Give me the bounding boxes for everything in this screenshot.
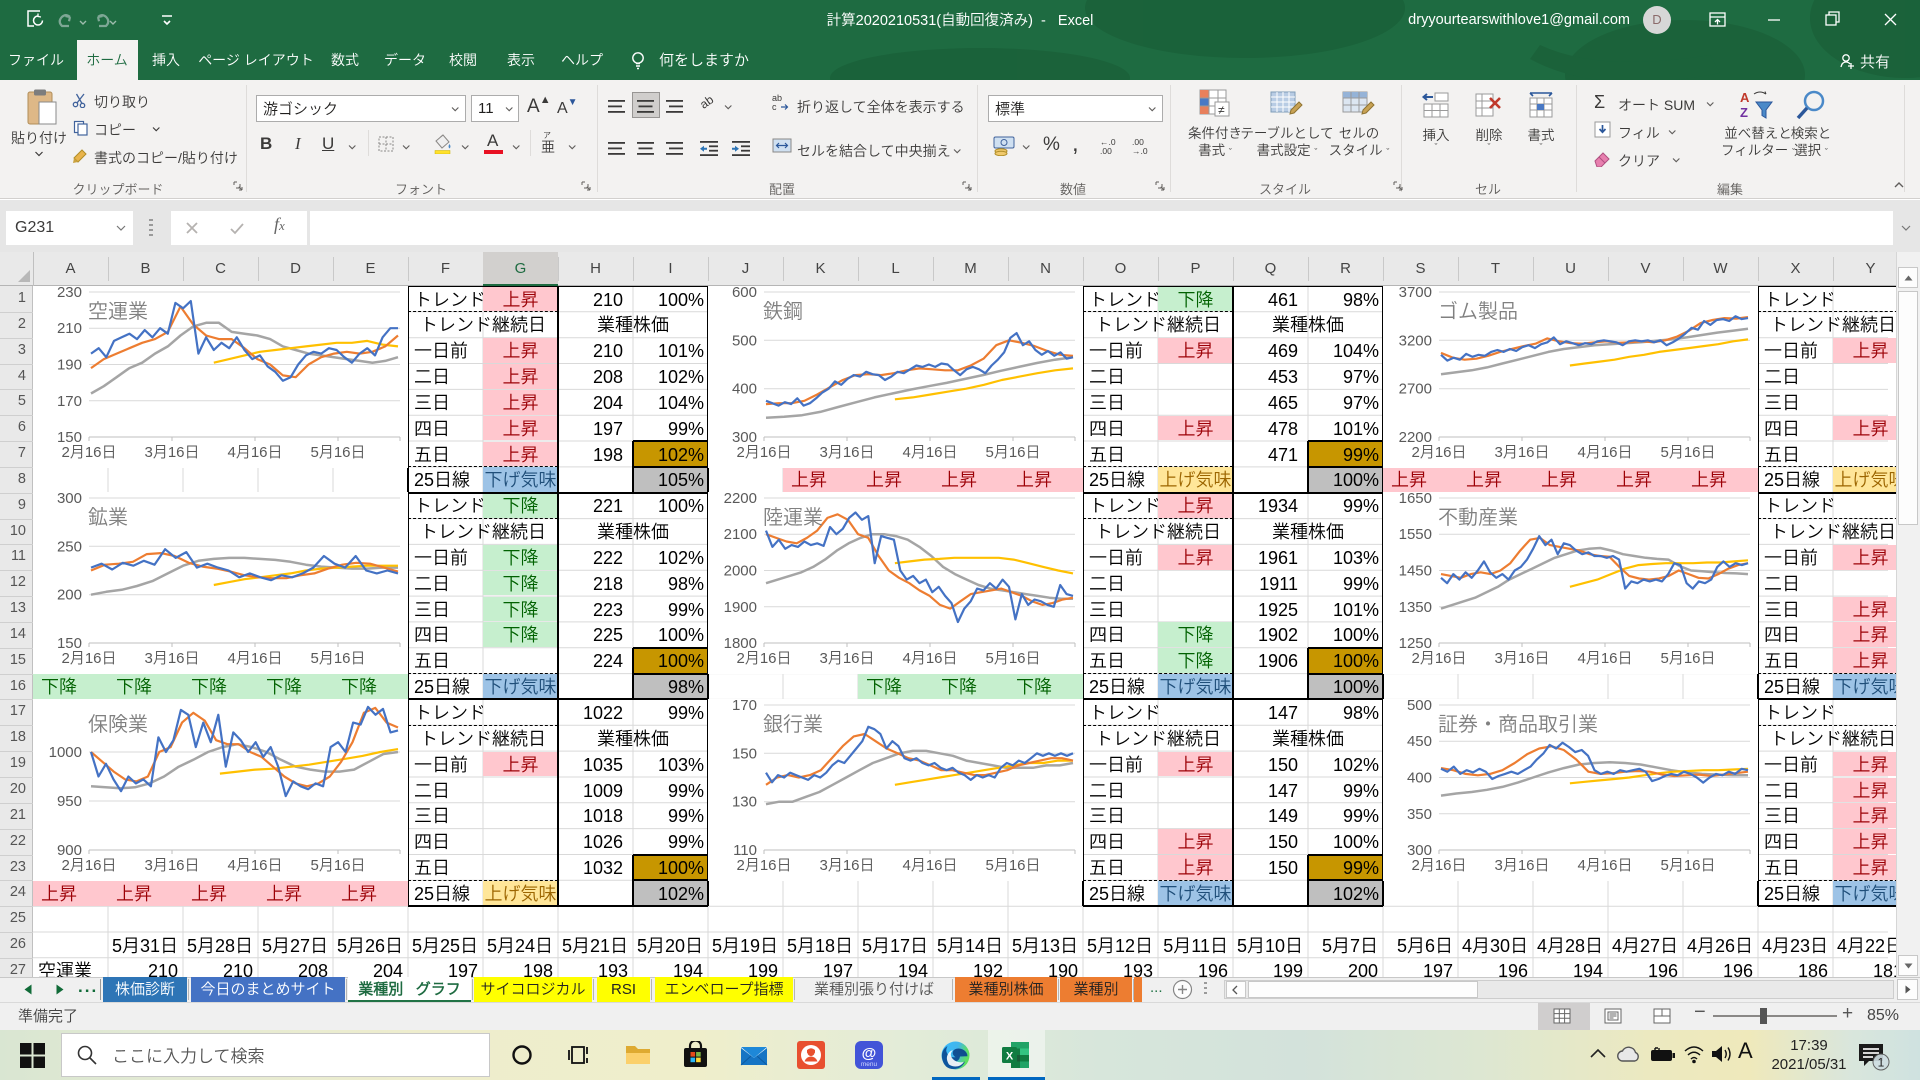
svg-text:3月16日: 3月16日 [144, 441, 199, 462]
svg-text:2200: 2200 [724, 492, 757, 507]
svg-text:1: 1 [1878, 1056, 1885, 1070]
svg-text:4月16日: 4月16日 [902, 854, 957, 875]
svg-text:証券・商品取引業: 証券・商品取引業 [1438, 708, 1598, 737]
svg-text:5月16日: 5月16日 [310, 441, 365, 462]
svg-text:2700: 2700 [1399, 381, 1432, 398]
svg-text:→.0: →.0 [1132, 146, 1148, 156]
svg-text:.00: .00 [1100, 146, 1112, 156]
svg-text:保険業: 保険業 [88, 708, 148, 737]
svg-text:5月16日: 5月16日 [1660, 647, 1715, 668]
svg-text:5月16日: 5月16日 [1660, 441, 1715, 462]
svg-text:5月16日: 5月16日 [310, 854, 365, 875]
svg-text:4月16日: 4月16日 [227, 647, 282, 668]
svg-text:2月16日: 2月16日 [1411, 647, 1466, 668]
svg-text:3月16日: 3月16日 [819, 647, 874, 668]
svg-text:150: 150 [732, 745, 757, 762]
svg-text:450: 450 [1407, 733, 1432, 750]
svg-text:5月16日: 5月16日 [985, 441, 1040, 462]
svg-text:5月16日: 5月16日 [310, 647, 365, 668]
svg-text:190: 190 [57, 357, 82, 374]
svg-text:600: 600 [732, 286, 757, 301]
svg-text:3700: 3700 [1399, 286, 1432, 301]
svg-text:400: 400 [732, 381, 757, 398]
svg-text:4月16日: 4月16日 [227, 854, 282, 875]
svg-text:2月16日: 2月16日 [61, 854, 116, 875]
svg-text:500: 500 [1407, 699, 1432, 714]
svg-text:4月16日: 4月16日 [902, 647, 957, 668]
svg-text:3月16日: 3月16日 [819, 854, 874, 875]
svg-text:250: 250 [57, 538, 82, 555]
svg-text:350: 350 [1407, 806, 1432, 823]
svg-text:1000: 1000 [49, 744, 82, 761]
svg-text:4月16日: 4月16日 [1577, 854, 1632, 875]
svg-text:2000: 2000 [724, 563, 757, 580]
svg-text:≠: ≠ [1218, 103, 1225, 117]
svg-text:3月16日: 3月16日 [144, 854, 199, 875]
svg-text:300: 300 [57, 492, 82, 507]
svg-text:1900: 1900 [724, 599, 757, 616]
svg-text:2月16日: 2月16日 [61, 441, 116, 462]
svg-text:空運業: 空運業 [88, 295, 148, 324]
svg-text:5月16日: 5月16日 [1660, 854, 1715, 875]
svg-text:1650: 1650 [1399, 492, 1432, 507]
svg-text:2月16日: 2月16日 [736, 854, 791, 875]
svg-text:4月16日: 4月16日 [227, 441, 282, 462]
svg-text:鉱業: 鉱業 [88, 501, 128, 530]
svg-text:3月16日: 3月16日 [1494, 441, 1549, 462]
svg-text:2100: 2100 [724, 526, 757, 543]
svg-text:2月16日: 2月16日 [1411, 854, 1466, 875]
svg-text:3200: 3200 [1399, 332, 1432, 349]
svg-text:2月16日: 2月16日 [1411, 441, 1466, 462]
svg-text:200: 200 [57, 587, 82, 604]
svg-text:陸運業: 陸運業 [763, 501, 823, 530]
svg-text:2月16日: 2月16日 [736, 441, 791, 462]
svg-text:銀行業: 銀行業 [763, 708, 823, 737]
svg-text:不動産業: 不動産業 [1438, 501, 1518, 530]
svg-text:2月16日: 2月16日 [61, 647, 116, 668]
svg-text:X: X [1006, 1051, 1014, 1063]
svg-text:@: @ [862, 1045, 877, 1062]
svg-text:1550: 1550 [1399, 526, 1432, 543]
svg-text:230: 230 [57, 286, 82, 301]
svg-text:c: c [772, 102, 777, 112]
svg-text:4月16日: 4月16日 [1577, 647, 1632, 668]
svg-text:鉄鋼: 鉄鋼 [763, 295, 803, 324]
svg-text:210: 210 [57, 320, 82, 337]
svg-text:4月16日: 4月16日 [902, 441, 957, 462]
svg-text:500: 500 [732, 332, 757, 349]
svg-text:170: 170 [732, 699, 757, 714]
svg-text:5月16日: 5月16日 [985, 854, 1040, 875]
svg-text:menu: menu [861, 1061, 878, 1068]
svg-text:170: 170 [57, 393, 82, 410]
svg-text:130: 130 [732, 794, 757, 811]
svg-text:400: 400 [1407, 770, 1432, 787]
svg-text:3月16日: 3月16日 [144, 647, 199, 668]
svg-text:3月16日: 3月16日 [819, 441, 874, 462]
svg-text:3月16日: 3月16日 [1494, 854, 1549, 875]
svg-text:5月16日: 5月16日 [985, 647, 1040, 668]
svg-text:3月16日: 3月16日 [1494, 647, 1549, 668]
svg-text:4月16日: 4月16日 [1577, 441, 1632, 462]
svg-text:A: A [1740, 90, 1750, 105]
svg-text:Z: Z [1740, 105, 1748, 120]
svg-text:1450: 1450 [1399, 563, 1432, 580]
svg-text:950: 950 [57, 793, 82, 810]
svg-text:2月16日: 2月16日 [736, 647, 791, 668]
svg-text:1350: 1350 [1399, 599, 1432, 616]
svg-text:ゴム製品: ゴム製品 [1438, 295, 1518, 324]
